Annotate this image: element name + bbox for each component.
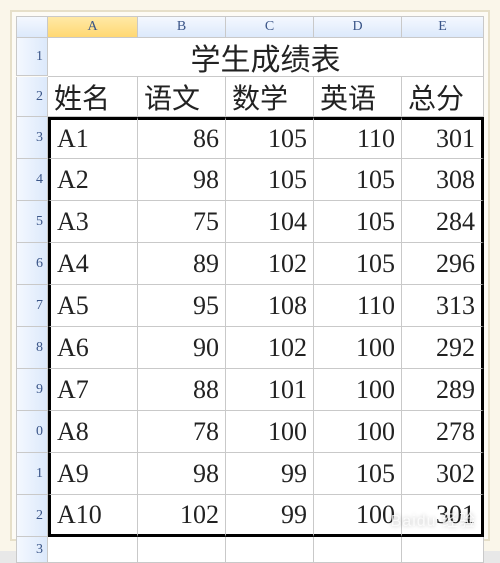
- header-english[interactable]: 英语: [314, 77, 402, 117]
- title-row: 1 学生成绩表: [16, 38, 484, 77]
- cell-math[interactable]: 108: [226, 285, 314, 327]
- row-header[interactable]: 5: [16, 201, 48, 243]
- cell-chinese[interactable]: 89: [138, 243, 226, 285]
- cell-math[interactable]: 105: [226, 159, 314, 201]
- row-header[interactable]: 0: [16, 411, 48, 453]
- row-header[interactable]: 2: [16, 495, 48, 537]
- row-header-2[interactable]: 2: [16, 77, 48, 117]
- cell-total[interactable]: 278: [402, 411, 484, 453]
- cell-english[interactable]: 100: [314, 327, 402, 369]
- empty-cell[interactable]: [402, 537, 484, 563]
- row-header[interactable]: 1: [16, 453, 48, 495]
- cell-math[interactable]: 102: [226, 243, 314, 285]
- cell-name[interactable]: A3: [48, 201, 138, 243]
- cell-name[interactable]: A4: [48, 243, 138, 285]
- cell-chinese[interactable]: 102: [138, 495, 226, 537]
- cell-chinese[interactable]: 98: [138, 453, 226, 495]
- cell-english[interactable]: 105: [314, 159, 402, 201]
- cell-chinese[interactable]: 95: [138, 285, 226, 327]
- cell-chinese[interactable]: 86: [138, 117, 226, 159]
- cell-name[interactable]: A1: [48, 117, 138, 159]
- cell-total[interactable]: 301: [402, 495, 484, 537]
- cell-total[interactable]: 289: [402, 369, 484, 411]
- cell-name[interactable]: A2: [48, 159, 138, 201]
- cell-total[interactable]: 302: [402, 453, 484, 495]
- empty-cell[interactable]: [48, 537, 138, 563]
- cell-english[interactable]: 110: [314, 117, 402, 159]
- header-math[interactable]: 数学: [226, 77, 314, 117]
- cell-chinese[interactable]: 90: [138, 327, 226, 369]
- row-header-1[interactable]: 1: [16, 38, 48, 76]
- table-row: 0A878100100278: [16, 411, 484, 453]
- cell-chinese[interactable]: 88: [138, 369, 226, 411]
- cell-math[interactable]: 105: [226, 117, 314, 159]
- row-header[interactable]: 7: [16, 285, 48, 327]
- data-rows: 3A1861051103014A2981051053085A3751041052…: [16, 117, 484, 537]
- table-row: 3A186105110301: [16, 117, 484, 159]
- empty-cell[interactable]: [226, 537, 314, 563]
- cell-name[interactable]: A5: [48, 285, 138, 327]
- cell-english[interactable]: 105: [314, 453, 402, 495]
- cell-math[interactable]: 99: [226, 453, 314, 495]
- table-row: 7A595108110313: [16, 285, 484, 327]
- table-row: 9A788101100289: [16, 369, 484, 411]
- cell-english[interactable]: 110: [314, 285, 402, 327]
- header-labels-row: 2 姓名 语文 数学 英语 总分: [16, 77, 484, 117]
- cell-chinese[interactable]: 75: [138, 201, 226, 243]
- cell-total[interactable]: 308: [402, 159, 484, 201]
- header-total[interactable]: 总分: [402, 77, 484, 117]
- cell-math[interactable]: 100: [226, 411, 314, 453]
- row-header[interactable]: 3: [16, 117, 48, 159]
- empty-cell[interactable]: [314, 537, 402, 563]
- app-frame: A B C D E 1 学生成绩表 2 姓名 语文 数学 英语 总分 3A186…: [0, 0, 500, 551]
- cell-total[interactable]: 296: [402, 243, 484, 285]
- cell-total[interactable]: 292: [402, 327, 484, 369]
- cell-name[interactable]: A8: [48, 411, 138, 453]
- table-row: 5A375104105284: [16, 201, 484, 243]
- cell-math[interactable]: 102: [226, 327, 314, 369]
- cell-chinese[interactable]: 98: [138, 159, 226, 201]
- table-row: 6A489102105296: [16, 243, 484, 285]
- sheet-title[interactable]: 学生成绩表: [48, 38, 484, 77]
- cell-english[interactable]: 100: [314, 369, 402, 411]
- row-header[interactable]: 8: [16, 327, 48, 369]
- cell-total[interactable]: 313: [402, 285, 484, 327]
- header-chinese[interactable]: 语文: [138, 77, 226, 117]
- row-header-13[interactable]: 3: [16, 537, 48, 563]
- empty-row: 3: [16, 537, 484, 563]
- cell-name[interactable]: A10: [48, 495, 138, 537]
- cell-english[interactable]: 100: [314, 495, 402, 537]
- cell-english[interactable]: 100: [314, 411, 402, 453]
- table-row: 4A298105105308: [16, 159, 484, 201]
- table-row: 8A690102100292: [16, 327, 484, 369]
- cell-total[interactable]: 301: [402, 117, 484, 159]
- row-header[interactable]: 9: [16, 369, 48, 411]
- cell-name[interactable]: A6: [48, 327, 138, 369]
- cell-english[interactable]: 105: [314, 243, 402, 285]
- table-row: 2A1010299100301: [16, 495, 484, 537]
- col-header-E[interactable]: E: [402, 16, 484, 38]
- spreadsheet-grid: A B C D E 1 学生成绩表 2 姓名 语文 数学 英语 总分 3A186…: [16, 16, 484, 535]
- cell-math[interactable]: 99: [226, 495, 314, 537]
- row-header[interactable]: 6: [16, 243, 48, 285]
- cell-math[interactable]: 104: [226, 201, 314, 243]
- empty-cell[interactable]: [138, 537, 226, 563]
- cell-name[interactable]: A7: [48, 369, 138, 411]
- table-row: 1A99899105302: [16, 453, 484, 495]
- row-header[interactable]: 4: [16, 159, 48, 201]
- select-all-corner[interactable]: [16, 16, 48, 38]
- cell-total[interactable]: 284: [402, 201, 484, 243]
- cell-english[interactable]: 105: [314, 201, 402, 243]
- cell-math[interactable]: 101: [226, 369, 314, 411]
- header-name[interactable]: 姓名: [48, 77, 138, 117]
- cell-name[interactable]: A9: [48, 453, 138, 495]
- col-header-A[interactable]: A: [48, 16, 138, 38]
- cell-chinese[interactable]: 78: [138, 411, 226, 453]
